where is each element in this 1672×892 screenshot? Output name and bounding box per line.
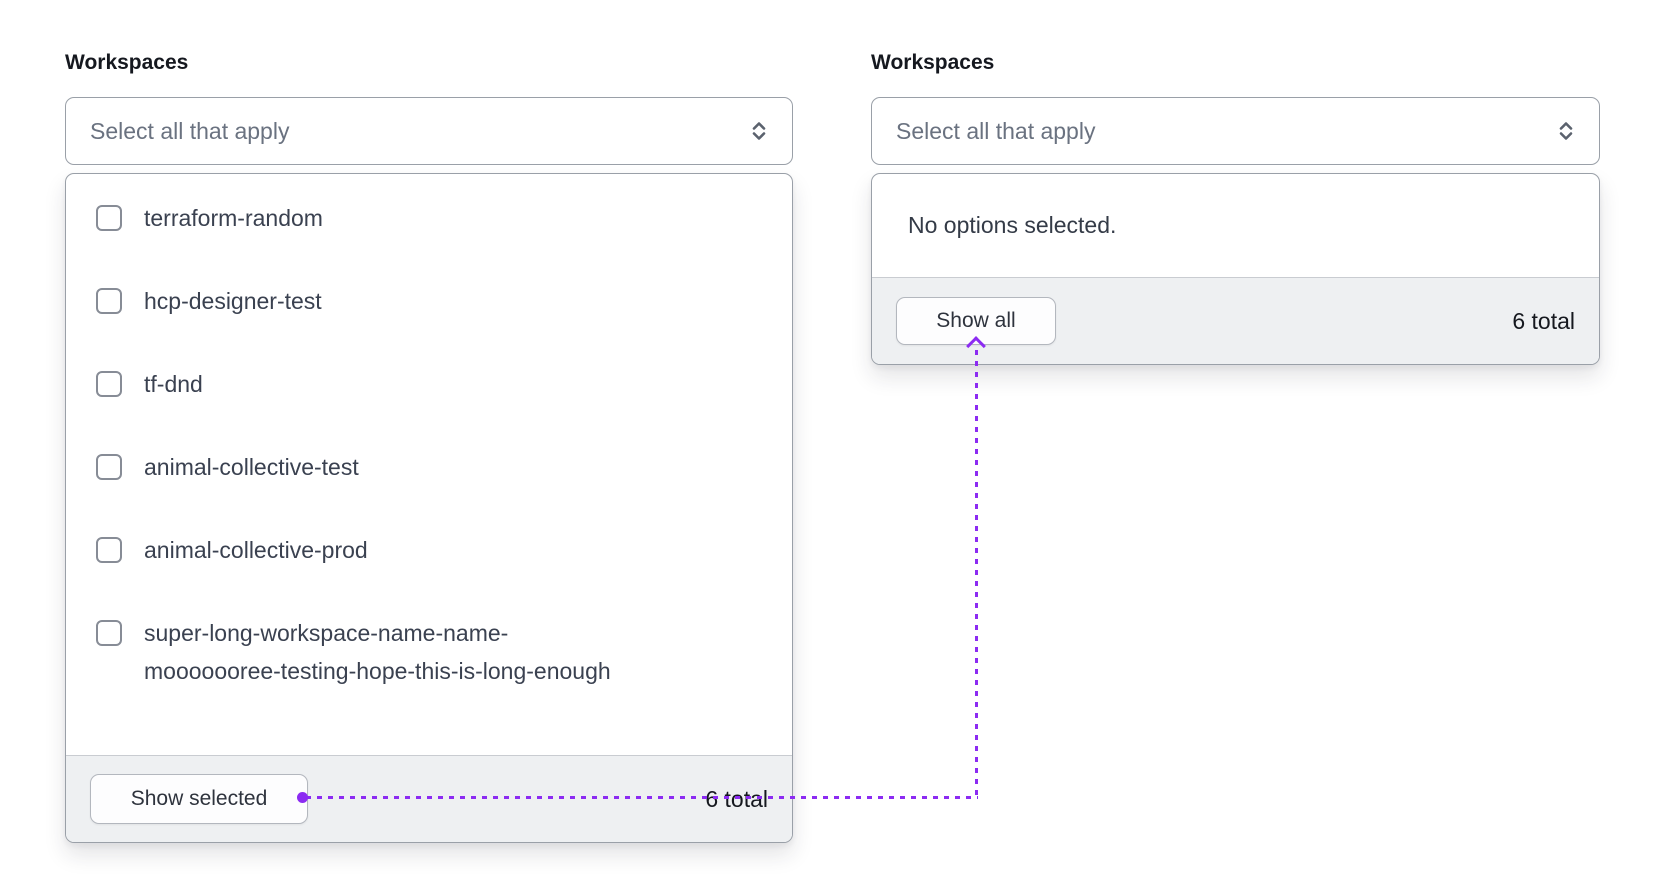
total-count: 6 total xyxy=(1512,307,1575,334)
option-row[interactable]: animal-collective-prod xyxy=(96,531,768,569)
caret-sort-icon xyxy=(748,119,770,143)
workspaces-select-trigger[interactable]: Select all that apply xyxy=(65,97,793,165)
options-panel-footer: Show selected 6 total xyxy=(66,755,792,842)
option-row[interactable]: super-long-workspace-name-name-moooooore… xyxy=(96,614,768,690)
workspaces-label: Workspaces xyxy=(871,51,995,74)
option-label: tf-dnd xyxy=(144,371,203,397)
workspaces-select-trigger[interactable]: Select all that apply xyxy=(871,97,1600,165)
workspaces-multiselect-empty: Workspaces Select all that apply No opti… xyxy=(871,50,1600,365)
show-selected-button[interactable]: Show selected xyxy=(90,774,308,824)
select-placeholder: Select all that apply xyxy=(896,117,1096,144)
option-row[interactable]: hcp-designer-test xyxy=(96,282,768,320)
workspaces-label: Workspaces xyxy=(65,51,189,74)
option-label: animal-collective-test xyxy=(144,454,359,480)
checkbox-unchecked[interactable] xyxy=(96,371,122,397)
option-label: hcp-designer-test xyxy=(144,288,322,314)
show-all-button[interactable]: Show all xyxy=(896,297,1056,345)
select-placeholder: Select all that apply xyxy=(90,117,290,144)
empty-panel-footer: Show all 6 total xyxy=(872,277,1599,364)
option-label: animal-collective-prod xyxy=(144,537,368,563)
option-label: super-long-workspace-name-name-moooooore… xyxy=(144,620,611,684)
option-row[interactable]: tf-dnd xyxy=(96,365,768,403)
checkbox-unchecked[interactable] xyxy=(96,205,122,231)
checkbox-unchecked[interactable] xyxy=(96,620,122,646)
options-list: terraform-random hcp-designer-test tf-dn… xyxy=(66,174,792,755)
caret-sort-icon xyxy=(1555,119,1577,143)
workspaces-multiselect-expanded: Workspaces Select all that apply terrafo… xyxy=(65,50,793,843)
total-count: 6 total xyxy=(705,785,768,812)
option-label: terraform-random xyxy=(144,205,323,231)
connector-dotted-vertical-line xyxy=(975,350,978,799)
empty-panel: No options selected. Show all 6 total xyxy=(871,173,1600,365)
options-panel: terraform-random hcp-designer-test tf-dn… xyxy=(65,173,793,843)
empty-message: No options selected. xyxy=(908,212,1117,238)
canvas: Workspaces Select all that apply terrafo… xyxy=(0,0,1672,892)
checkbox-unchecked[interactable] xyxy=(96,454,122,480)
option-row[interactable]: terraform-random xyxy=(96,199,768,237)
option-row[interactable]: animal-collective-test xyxy=(96,448,768,486)
checkbox-unchecked[interactable] xyxy=(96,288,122,314)
checkbox-unchecked[interactable] xyxy=(96,537,122,563)
